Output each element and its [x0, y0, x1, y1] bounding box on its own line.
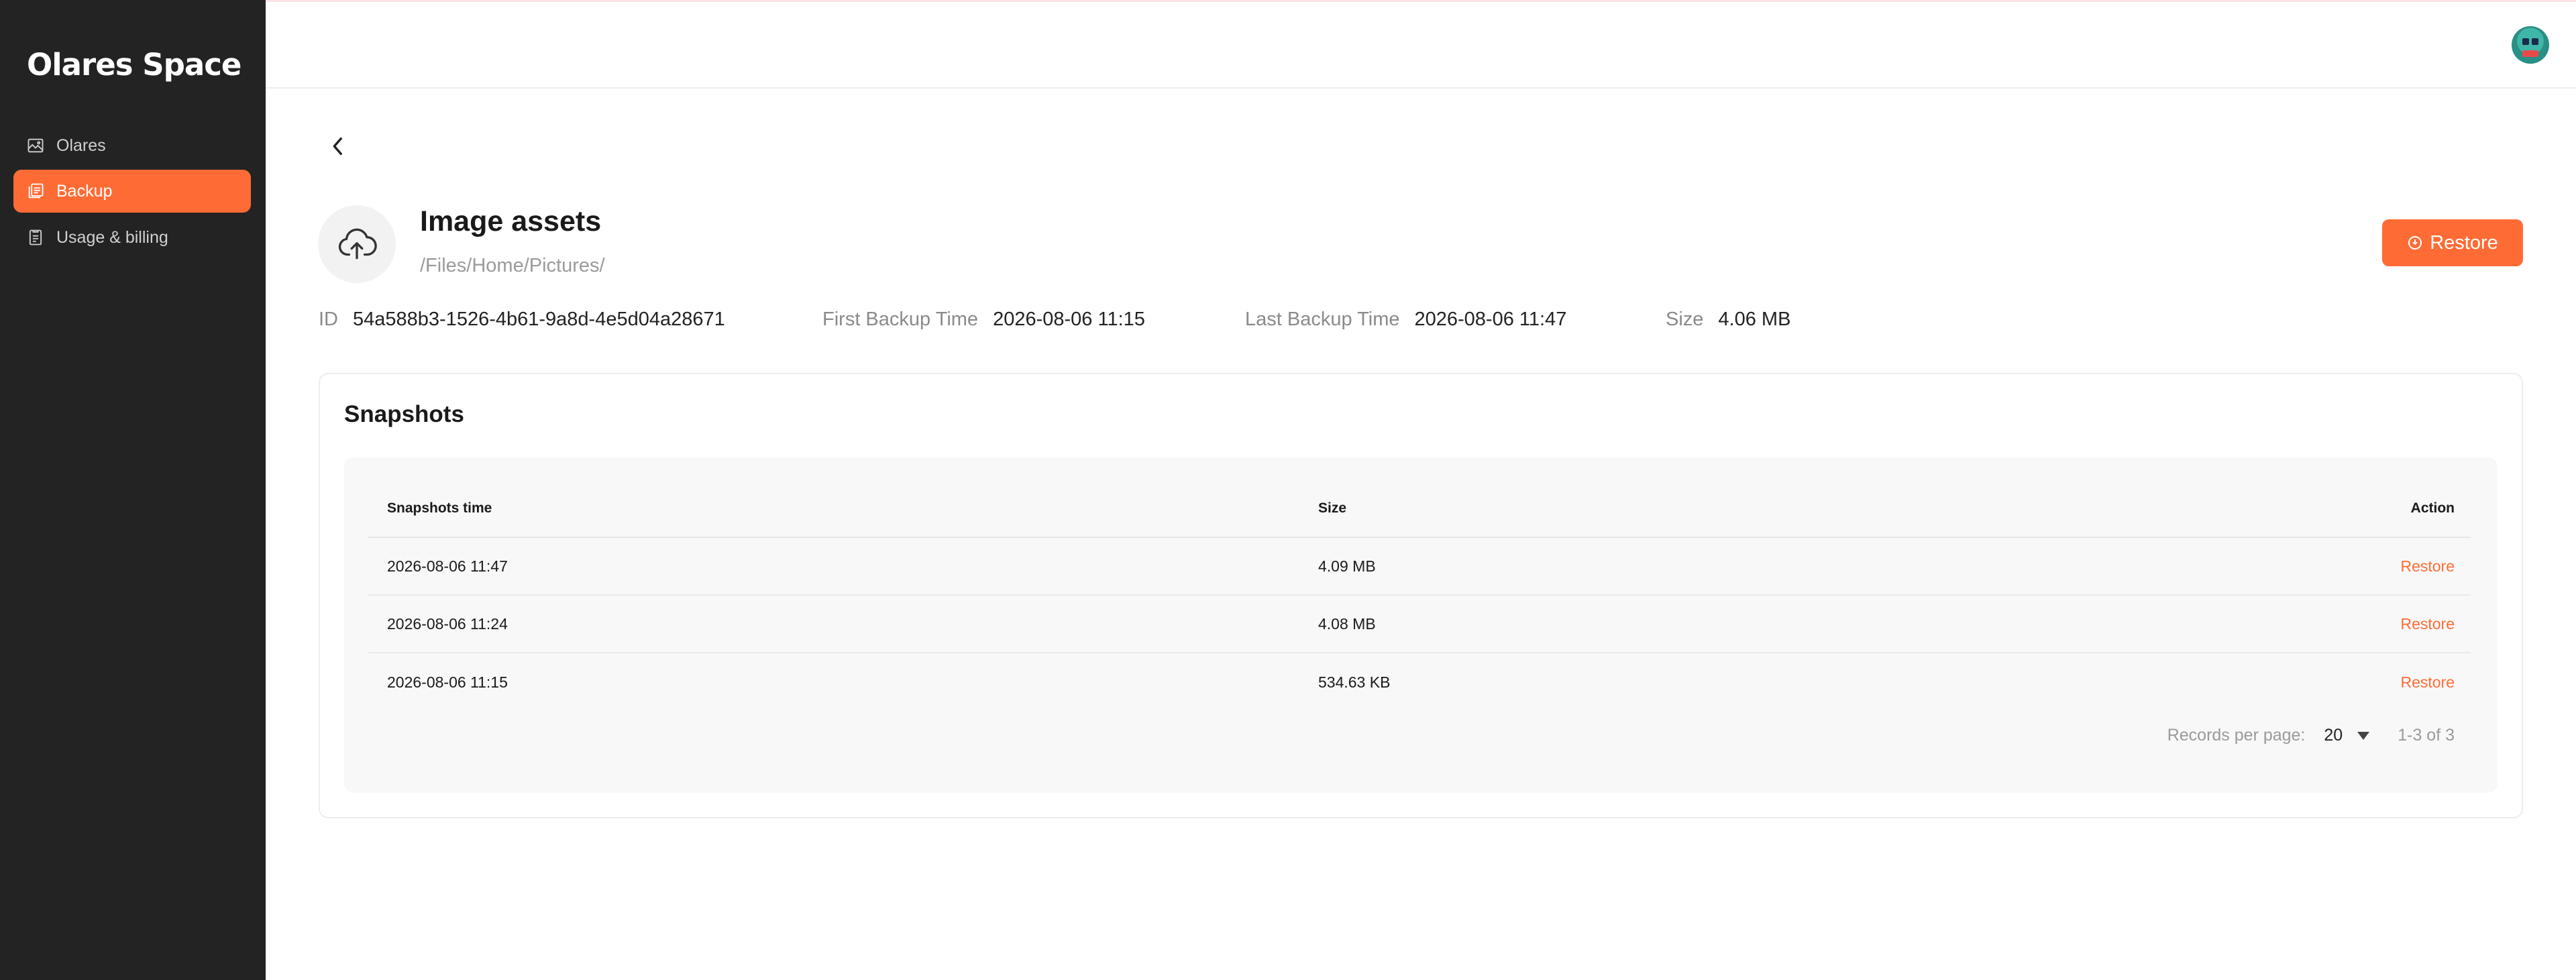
avatar-eye-right — [2532, 38, 2538, 45]
column-header-size: Size — [1318, 500, 1347, 516]
sidebar-item-usage-billing[interactable]: Usage & billing — [13, 216, 251, 259]
chevron-left-icon — [333, 137, 342, 156]
sidebar-item-label: Backup — [56, 181, 113, 201]
restore-button[interactable]: Restore — [2382, 219, 2523, 266]
table-row: 2026-08-06 11:15 534.63 KB Restore — [368, 653, 2471, 711]
snapshots-title: Snapshots — [344, 401, 464, 427]
records-per-page-select[interactable]: 20 — [2324, 726, 2370, 745]
table-row: 2026-08-06 11:24 4.08 MB Restore — [368, 596, 2471, 653]
backup-avatar — [318, 205, 396, 283]
snapshot-restore-link[interactable]: Restore — [2400, 615, 2455, 633]
top-bar — [266, 2, 2576, 89]
sidebar-item-label: Usage & billing — [56, 227, 168, 247]
snapshots-card: Snapshots Snapshots time Size Action 202… — [319, 373, 2523, 818]
snapshot-size: 4.09 MB — [1318, 557, 1376, 575]
image-icon — [25, 135, 46, 156]
meta-last-value: 2026-08-06 11:47 — [1414, 309, 1567, 330]
meta-first-backup: First Backup Time 2026-08-06 11:15 — [822, 309, 1145, 331]
meta-size-label: Size — [1666, 309, 1704, 330]
app-logo: Olares Space — [27, 47, 241, 83]
snapshot-size: 4.08 MB — [1318, 614, 1376, 633]
table-row: 2026-08-06 11:47 4.09 MB Restore — [368, 538, 2471, 596]
backup-icon — [25, 181, 46, 201]
page-title: Image assets — [420, 205, 602, 237]
meta-id: ID 54a588b3-1526-4b61-9a8d-4e5d04a28671 — [319, 309, 725, 331]
snapshot-time: 2026-08-06 11:24 — [387, 614, 508, 633]
sidebar-item-label: Olares — [56, 135, 106, 155]
pagination-range: 1-3 of 3 — [2398, 726, 2455, 745]
records-per-page-label: Records per page: — [2167, 726, 2306, 745]
back-button[interactable] — [327, 133, 349, 160]
billing-icon — [25, 227, 46, 248]
meta-id-value: 54a588b3-1526-4b61-9a8d-4e5d04a28671 — [353, 309, 725, 330]
cloud-upload-icon — [338, 228, 377, 260]
meta-last-backup: Last Backup Time 2026-08-06 11:47 — [1245, 309, 1566, 331]
snapshot-time: 2026-08-06 11:15 — [387, 673, 508, 691]
records-per-page-value: 20 — [2324, 726, 2343, 745]
snapshot-time: 2026-08-06 11:47 — [387, 557, 508, 575]
snapshot-restore-link[interactable]: Restore — [2400, 673, 2455, 692]
restore-button-label: Restore — [2430, 231, 2498, 254]
table-header: Snapshots time Size Action — [368, 480, 2471, 538]
sidebar-item-olares[interactable]: Olares — [13, 124, 251, 167]
avatar-eye-left — [2522, 38, 2529, 45]
snapshots-table: Snapshots time Size Action 2026-08-06 11… — [344, 457, 2498, 793]
snapshot-restore-link[interactable]: Restore — [2400, 557, 2455, 576]
meta-size-value: 4.06 MB — [1718, 309, 1791, 330]
column-header-time: Snapshots time — [387, 500, 492, 516]
meta-size: Size 4.06 MB — [1666, 309, 1790, 331]
sidebar: Olares Space Olares Backup Usage & billi… — [0, 0, 266, 980]
meta-id-label: ID — [319, 309, 338, 330]
restore-icon — [2408, 236, 2422, 250]
column-header-action: Action — [2410, 500, 2455, 516]
meta-first-value: 2026-08-06 11:15 — [993, 309, 1145, 330]
avatar-mouth — [2522, 50, 2538, 57]
sidebar-item-backup[interactable]: Backup — [13, 170, 251, 213]
meta-first-label: First Backup Time — [822, 309, 979, 330]
snapshot-size: 534.63 KB — [1318, 673, 1391, 691]
avatar[interactable] — [2512, 26, 2549, 64]
pagination: Records per page: 20 1-3 of 3 — [2167, 726, 2455, 745]
meta-last-label: Last Backup Time — [1245, 309, 1400, 330]
backup-path: /Files/Home/Pictures/ — [420, 255, 605, 276]
caret-down-icon — [2357, 731, 2370, 740]
